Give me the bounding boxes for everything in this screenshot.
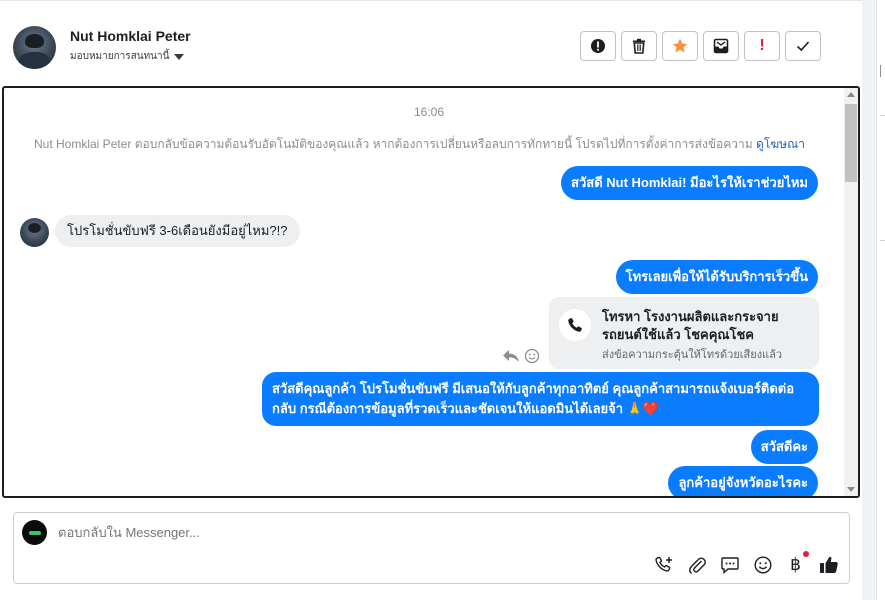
mark-done-button[interactable] [785,31,821,61]
caret-down-icon [174,53,185,60]
conversation-header: Nut Homklai Peter มอบหมายการสนทนานี้ ! [0,0,862,87]
contact-avatar-small [20,218,49,247]
call-card-subtitle: ส่งข้อความกระตุ้นให้โทรด้วยเสียงแล้ว [602,349,783,361]
message-out[interactable]: สวัสดี Nut Homklai! มีอะไรให้เราช่วยไหม [561,166,818,200]
assign-label: มอบหมายการสนทนานี้ [70,51,170,62]
message-timestamp: 16:06 [413,105,445,119]
composer-toolbar: ฿ [653,551,839,575]
message-out[interactable]: โทรเลยเพื่อให้ได้รับบริการเร็วขึ้น [615,260,818,294]
call-request-card[interactable]: โทรหา โรงงานผลิตและกระจายรถยนต์ใช้แล้ว โ… [549,297,819,369]
reply-icon[interactable] [502,348,520,364]
message-out[interactable]: ลูกค้าอยู่จังหวัดอะไรคะ [668,466,818,496]
phone-icon [559,309,591,341]
contact-avatar[interactable] [13,26,56,69]
archive-icon [713,38,729,54]
mark-spam-button[interactable] [580,31,616,61]
reply-composer: ฿ [13,512,850,584]
react-emoji-icon[interactable] [524,348,540,364]
move-to-done-button[interactable] [703,31,739,61]
like-icon [819,556,838,573]
message-out[interactable]: สวัสดีคะ [750,430,818,464]
page-avatar [22,520,47,545]
side-panel-edge [862,0,885,600]
message-out[interactable]: สวัสดีคุณลูกค้า โปรโมชั่นขับฟรี มีเสนอให… [262,372,819,426]
contact-name[interactable]: Nut Homklai Peter [70,28,191,44]
scroll-down-arrow-icon[interactable] [847,487,855,492]
cursor-mark [880,65,881,77]
emoji-button[interactable] [752,554,773,575]
conversation-actions: ! [580,31,821,61]
delete-button[interactable] [621,31,657,61]
notification-dot [803,551,809,557]
like-button[interactable] [818,554,839,575]
payment-button[interactable]: ฿ [785,551,809,575]
call-card-title: โทรหา โรงงานผลิตและกระจายรถยนต์ใช้แล้ว โ… [602,309,779,342]
message-thread[interactable]: 16:06 Nut Homklai Peter ตอบกลับข้อความต้… [2,86,860,498]
auto-reply-notice: Nut Homklai Peter ตอบกลับข้อความต้อนรับอ… [34,135,834,154]
thread-scrollbar[interactable] [844,88,858,496]
scroll-up-arrow-icon[interactable] [847,92,855,97]
notice-text: Nut Homklai Peter ตอบกลับข้อความต้อนรับอ… [34,137,753,151]
attach-button[interactable] [686,554,707,575]
saved-reply-icon [720,556,739,574]
saved-reply-button[interactable] [719,554,740,575]
alert-icon [591,39,605,53]
assign-conversation-dropdown[interactable]: มอบหมายการสนทนานี้ [70,49,185,64]
mark-important-button[interactable]: ! [744,31,780,61]
star-button[interactable] [662,31,698,61]
exclamation-icon: ! [759,37,765,54]
message-in[interactable]: โปรโมชั่นขับฟรี 3-6เดือนยังมีอยู่ไหม?!? [55,215,300,247]
add-call-button[interactable] [653,554,674,575]
baht-icon: ฿ [790,554,801,574]
message-hover-actions [502,348,540,364]
reply-input[interactable] [58,525,658,540]
attach-icon [688,557,706,574]
trash-icon [633,38,645,54]
inbox-panel: Nut Homklai Peter มอบหมายการสนทนานี้ ! 1… [0,0,862,600]
emoji-icon [753,555,772,574]
check-icon [796,41,810,52]
star-icon [672,38,688,53]
add-call-icon [654,556,672,572]
view-ad-link[interactable]: ดูโฆษณา [756,137,805,151]
